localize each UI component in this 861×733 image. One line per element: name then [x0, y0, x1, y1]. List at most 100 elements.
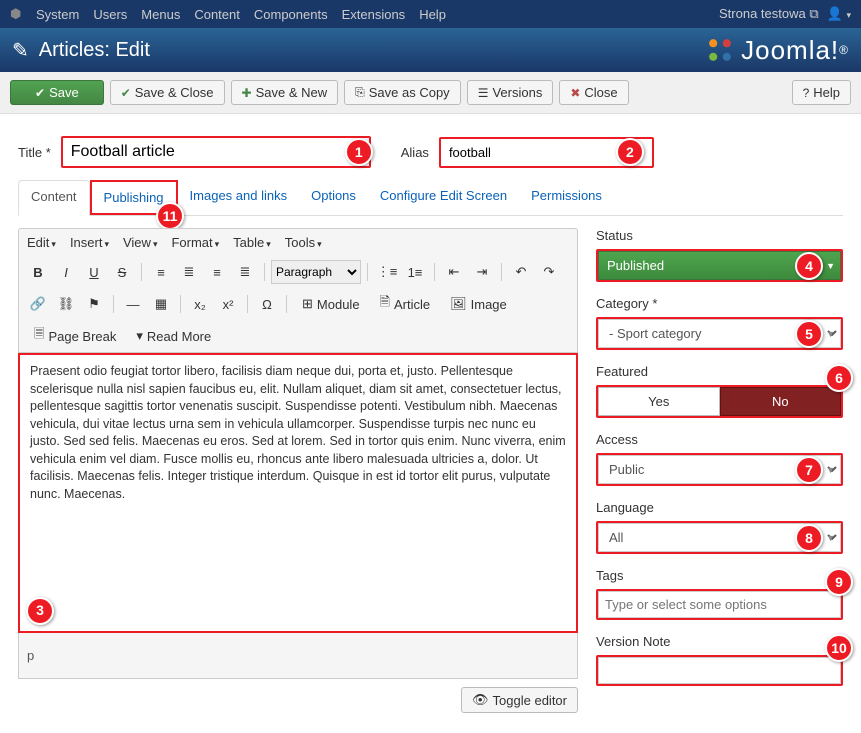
underline-icon[interactable]: U: [81, 260, 107, 284]
align-justify-icon[interactable]: ≣: [232, 260, 258, 284]
format-select[interactable]: Paragraph: [271, 260, 361, 284]
menu-menus[interactable]: Menus: [141, 7, 180, 22]
chevron-down-icon: ▾: [136, 328, 143, 344]
toggle-editor-button[interactable]: 👁 Toggle editor: [461, 687, 578, 713]
alias-input[interactable]: [439, 137, 654, 168]
question-icon: ?: [803, 86, 810, 100]
joomla-icon[interactable]: ⬢: [10, 6, 26, 22]
tab-configure[interactable]: Configure Edit Screen: [368, 180, 519, 215]
table-icon[interactable]: ▦: [148, 292, 174, 316]
article-button[interactable]: 🗎Article: [371, 292, 440, 316]
copy-icon: ⎘: [355, 85, 365, 100]
version-note-input[interactable]: [598, 657, 841, 684]
tab-content[interactable]: Content: [18, 180, 90, 216]
check-icon: ✔: [121, 86, 131, 100]
featured-yes[interactable]: Yes: [598, 387, 720, 416]
anchor-icon[interactable]: ⚑: [81, 292, 107, 316]
menu-extensions[interactable]: Extensions: [342, 7, 406, 22]
close-button[interactable]: ✖Close: [559, 80, 628, 105]
annotation-3: 3: [26, 597, 54, 625]
top-menu: System Users Menus Content Components Ex…: [36, 7, 446, 22]
category-select[interactable]: - Sport category: [598, 319, 841, 348]
pagebreak-button[interactable]: 🗏Page Break: [25, 324, 125, 348]
editor-status-bar: p: [18, 633, 578, 679]
editor-text: Praesent odio feugiat tortor libero, fac…: [30, 364, 566, 501]
subscript-icon[interactable]: x₂: [187, 292, 213, 316]
tags-input[interactable]: [598, 591, 841, 618]
status-label: Status: [596, 228, 843, 243]
joomla-logo: Joomla!®: [703, 33, 849, 67]
status-select[interactable]: Published: [598, 251, 841, 280]
menu-components[interactable]: Components: [254, 7, 328, 22]
status-path: p: [27, 648, 34, 663]
save-copy-button[interactable]: ⎘Save as Copy: [344, 80, 461, 105]
tab-options[interactable]: Options: [299, 180, 368, 215]
menu-system[interactable]: System: [36, 7, 79, 22]
tags-label: Tags: [596, 568, 843, 583]
versions-button[interactable]: ☰Versions: [467, 80, 554, 105]
align-right-icon[interactable]: ≡: [204, 260, 230, 284]
editor-menus: Edit▾ Insert▾ View▾ Format▾ Table▾ Tools…: [18, 228, 578, 256]
superscript-icon[interactable]: x²: [215, 292, 241, 316]
module-button[interactable]: ⊞Module: [293, 292, 369, 316]
editor-toolbar-2: 🔗 ⛓ ⚑ — ▦ x₂ x² Ω ⊞Module 🗎Article 🖼Imag…: [18, 288, 578, 320]
eye-icon: 👁: [472, 692, 489, 708]
redo-icon[interactable]: ↷: [536, 260, 562, 284]
help-button[interactable]: ?Help: [792, 80, 851, 105]
cancel-icon: ✖: [570, 86, 580, 100]
editor-menu-insert[interactable]: Insert▾: [70, 235, 109, 250]
featured-no[interactable]: No: [720, 387, 842, 416]
editor-toolbar-3: 🗏Page Break ▾Read More: [18, 320, 578, 353]
unlink-icon[interactable]: ⛓: [53, 292, 79, 316]
access-label: Access: [596, 432, 843, 447]
save-new-button[interactable]: ✚Save & New: [231, 80, 339, 105]
editor-menu-edit[interactable]: Edit▾: [27, 235, 56, 250]
tab-images[interactable]: Images and links: [178, 180, 300, 215]
pagebreak-icon: 🗏: [34, 325, 44, 347]
align-center-icon[interactable]: ≣: [176, 260, 202, 284]
readmore-button[interactable]: ▾Read More: [127, 324, 220, 348]
featured-label: Featured: [596, 364, 843, 379]
editor-menu-table[interactable]: Table▾: [233, 235, 271, 250]
hr-icon[interactable]: —: [120, 292, 146, 316]
image-icon: 🖼: [450, 296, 467, 312]
site-link[interactable]: Strona testowa ⧉: [719, 6, 819, 22]
user-icon[interactable]: 👤 ▾: [827, 6, 851, 22]
strike-icon[interactable]: S: [109, 260, 135, 284]
module-icon: ⊞: [302, 296, 313, 312]
number-list-icon[interactable]: 1≡: [402, 260, 428, 284]
indent-icon[interactable]: ⇥: [469, 260, 495, 284]
title-row: Title * 1 Alias 2: [18, 136, 843, 168]
save-button[interactable]: ✔ Save: [10, 80, 104, 105]
menu-users[interactable]: Users: [93, 7, 127, 22]
editor-menu-format[interactable]: Format▾: [171, 235, 219, 250]
language-select[interactable]: All: [598, 523, 841, 552]
link-icon[interactable]: 🔗: [25, 292, 51, 316]
top-menubar: ⬢ System Users Menus Content Components …: [0, 0, 861, 28]
title-label: Title *: [18, 145, 51, 160]
outdent-icon[interactable]: ⇤: [441, 260, 467, 284]
tab-permissions[interactable]: Permissions: [519, 180, 614, 215]
italic-icon[interactable]: I: [53, 260, 79, 284]
editor-menu-tools[interactable]: Tools▾: [285, 235, 322, 250]
tab-publishing[interactable]: Publishing: [90, 180, 178, 215]
image-button[interactable]: 🖼Image: [441, 292, 516, 316]
bullet-list-icon[interactable]: ⋮≡: [374, 260, 400, 284]
page-header: ✎ Articles: Edit Joomla!®: [0, 28, 861, 72]
menu-content[interactable]: Content: [194, 7, 240, 22]
access-select[interactable]: Public: [598, 455, 841, 484]
menu-help[interactable]: Help: [419, 7, 446, 22]
bold-icon[interactable]: B: [25, 260, 51, 284]
editor-toolbar-1: B I U S ≡ ≣ ≡ ≣ Paragraph ⋮≡ 1≡ ⇤ ⇥ ↶ ↷: [18, 256, 578, 288]
external-icon: ⧉: [809, 6, 818, 21]
undo-icon[interactable]: ↶: [508, 260, 534, 284]
align-left-icon[interactable]: ≡: [148, 260, 174, 284]
char-icon[interactable]: Ω: [254, 292, 280, 316]
plus-icon: ✚: [242, 86, 252, 100]
editor-body[interactable]: Praesent odio feugiat tortor libero, fac…: [18, 353, 578, 633]
tabs: Content Publishing Images and links Opti…: [18, 180, 843, 216]
title-input[interactable]: [61, 136, 371, 168]
editor-menu-view[interactable]: View▾: [123, 235, 157, 250]
save-close-button[interactable]: ✔Save & Close: [110, 80, 225, 105]
action-toolbar: ✔ Save ✔Save & Close ✚Save & New ⎘Save a…: [0, 72, 861, 114]
